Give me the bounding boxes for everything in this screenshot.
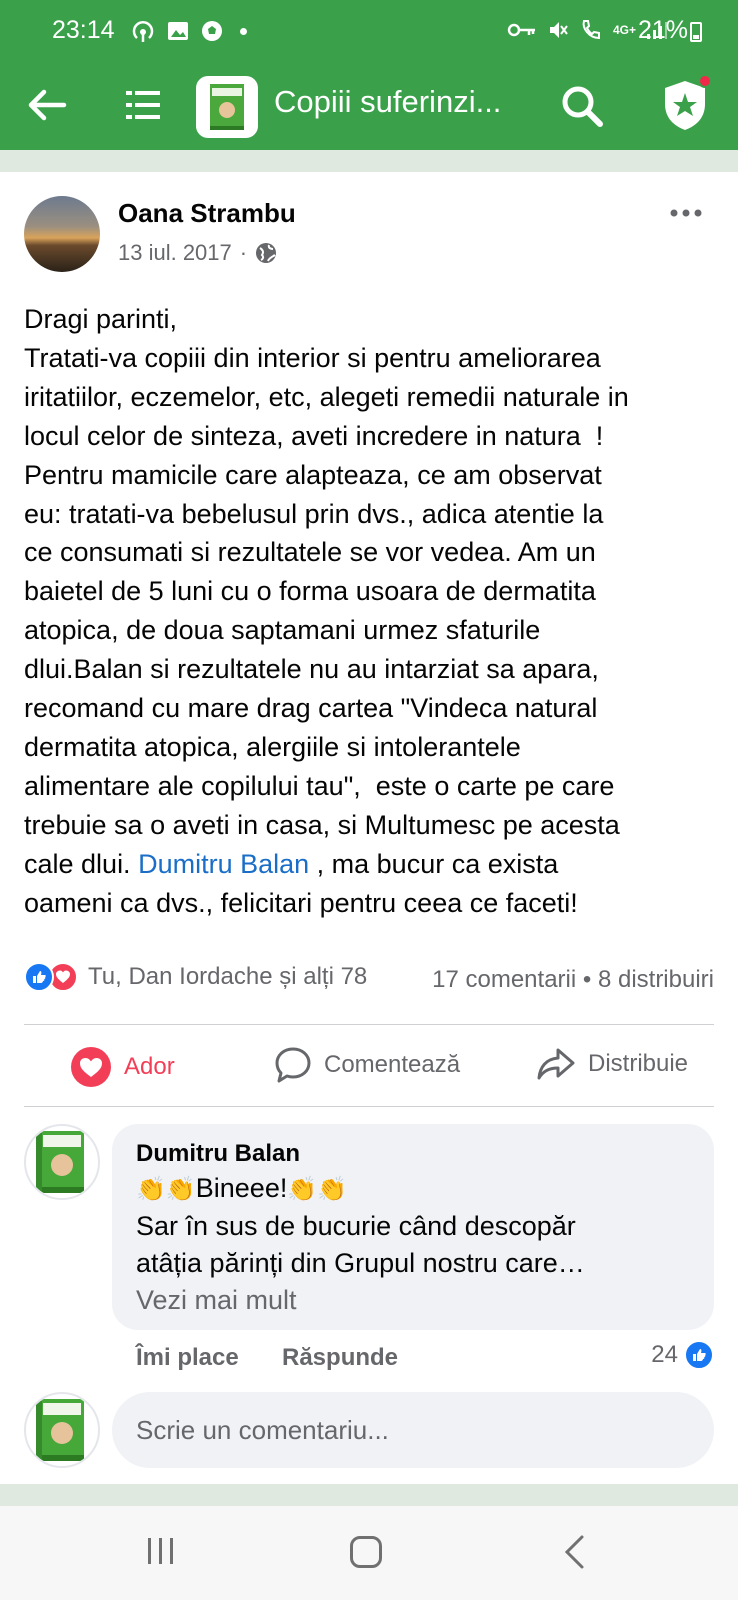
comment-line-1: 👏👏Bineee!👏👏: [136, 1170, 690, 1208]
comment-like-count[interactable]: 24: [651, 1340, 714, 1370]
post-line: recomand cu mare drag cartea "Vindeca na…: [24, 693, 598, 724]
post-line: Dragi parinti,: [24, 304, 178, 334]
gallery-icon: [168, 22, 188, 40]
reaction-names[interactable]: Tu, Dan Iordache și alți 78: [88, 963, 367, 991]
clap-icon: 👏👏: [287, 1176, 348, 1203]
status-time: 23:14: [52, 16, 115, 44]
comment-button[interactable]: Comentează: [274, 1046, 460, 1084]
top-separator: [0, 150, 738, 172]
post-line: locul celor de sinteza, aveti incredere …: [24, 420, 604, 451]
wifi-call-icon: [582, 20, 600, 40]
menu-icon[interactable]: [126, 86, 160, 124]
back-arrow-icon[interactable]: [24, 82, 70, 128]
notification-icons: [130, 18, 247, 44]
football-icon: [202, 21, 222, 41]
comment-text-1: Bineee!: [195, 1173, 288, 1203]
post-line-mention: cale dlui. Dumitru Balan , ma bucur ca e…: [24, 845, 716, 884]
mention-before: cale dlui.: [24, 848, 139, 879]
group-thumbnail[interactable]: [196, 76, 258, 138]
hotspot-icon: [132, 21, 154, 42]
post-date[interactable]: 13 iul. 2017: [118, 240, 232, 266]
mute-icon: [549, 22, 568, 38]
post-line: atopica, de doua saptamani urmez sfaturi…: [24, 615, 541, 646]
book-cover-icon: [36, 1399, 84, 1461]
bottom-separator: [0, 1484, 738, 1506]
dot-icon: [240, 27, 247, 35]
battery-icon: [690, 22, 702, 42]
comments-count[interactable]: 17 comentarii: [432, 966, 576, 993]
post-line: alimentare ale copilului tau", este o ca…: [24, 770, 615, 801]
post-author[interactable]: Oana Strambu: [118, 198, 296, 229]
see-more-link[interactable]: Vezi mai mult: [136, 1282, 690, 1319]
post-line: ce consumati si rezultatele se vor vedea…: [24, 537, 596, 568]
post-line: Tratati-va copiii din interior si pentru…: [24, 342, 601, 373]
book-icon: [210, 84, 244, 130]
like-reaction-icon: [684, 1340, 714, 1370]
post-text: Dragi parinti, Tratati-va copiii din int…: [24, 300, 716, 923]
author-avatar[interactable]: [24, 196, 100, 272]
commenter-avatar[interactable]: [24, 1124, 100, 1200]
divider: [24, 1106, 714, 1107]
reactions-summary[interactable]: Tu, Dan Iordache și alți 78: [24, 962, 367, 992]
post-line: Pentru mamicile care alapteaza, ce am ob…: [24, 459, 602, 490]
share-button[interactable]: Distribuie: [536, 1046, 688, 1082]
love-button[interactable]: Ador: [70, 1046, 175, 1088]
post-line: trebuie sa o aveti in casa, si Multumesc…: [24, 809, 620, 840]
comment-line-3: atâția părinți din Grupul nostru care…: [136, 1248, 585, 1278]
mention-after: , ma bucur ca exista: [309, 848, 559, 879]
network-type: 4G+: [612, 23, 636, 37]
globe-icon: [256, 243, 277, 263]
post-line: eu: tratati-va bebelusul prin dvs., adic…: [24, 498, 604, 529]
like-reaction-icon: [24, 962, 54, 992]
comment-bubble: Dumitru Balan 👏👏Bineee!👏👏 Sar în sus de …: [112, 1124, 714, 1330]
book-cover-icon: [36, 1131, 84, 1193]
status-bar: 23:14 4G+ 21%: [0, 0, 738, 62]
comment-line-2: Sar în sus de bucurie când descopăr: [136, 1211, 576, 1241]
search-icon[interactable]: [558, 82, 606, 130]
share-label: Distribuie: [588, 1050, 689, 1077]
home-icon[interactable]: [350, 1536, 382, 1568]
divider: [24, 1024, 714, 1025]
post-line: dlui.Balan si rezultatele nu au intarzia…: [24, 654, 599, 685]
recents-icon[interactable]: [146, 1536, 176, 1566]
post-line: dermatita atopica, alergiile si intolera…: [24, 731, 521, 762]
comment-reply-link[interactable]: Răspunde: [282, 1344, 398, 1372]
meta-separator: ·: [239, 240, 248, 265]
comment-icon: [275, 1047, 311, 1083]
heart-icon: [71, 1047, 111, 1087]
post-line: oameni ca dvs., felicitari pentru ceea c…: [24, 887, 578, 918]
battery-percent: 21%: [637, 16, 688, 44]
app-bar: Copiii suferinzi...: [0, 62, 738, 150]
key-icon: [507, 23, 535, 37]
clap-icon: 👏👏: [136, 1176, 196, 1203]
more-options-icon[interactable]: [668, 200, 704, 226]
post-line: baietel de 5 luni cu o forma usoara de d…: [24, 576, 596, 607]
group-title[interactable]: Copiii suferinzi...: [274, 84, 524, 120]
system-nav-bar: [0, 1506, 738, 1600]
nav-back-icon[interactable]: [562, 1534, 586, 1570]
comment-input[interactable]: [112, 1392, 714, 1468]
like-count-value: 24: [651, 1341, 678, 1368]
post-line: iritatiilor, eczemelor, etc, alegeti rem…: [24, 381, 629, 412]
comment-like-link[interactable]: Îmi place: [136, 1344, 239, 1372]
love-label: Ador: [124, 1053, 175, 1080]
mention-link[interactable]: Dumitru Balan: [138, 849, 309, 879]
notification-dot: [698, 74, 712, 88]
post-counts: 17 comentarii • 8 distribuiri: [432, 966, 714, 994]
shares-count[interactable]: 8 distribuiri: [598, 966, 714, 993]
comment-author[interactable]: Dumitru Balan: [136, 1138, 690, 1170]
post-meta: 13 iul. 2017 ·: [118, 240, 277, 266]
comment-label: Comentează: [324, 1051, 461, 1078]
share-icon: [537, 1048, 575, 1080]
counts-separator: •: [582, 966, 592, 993]
self-avatar[interactable]: [24, 1392, 100, 1468]
